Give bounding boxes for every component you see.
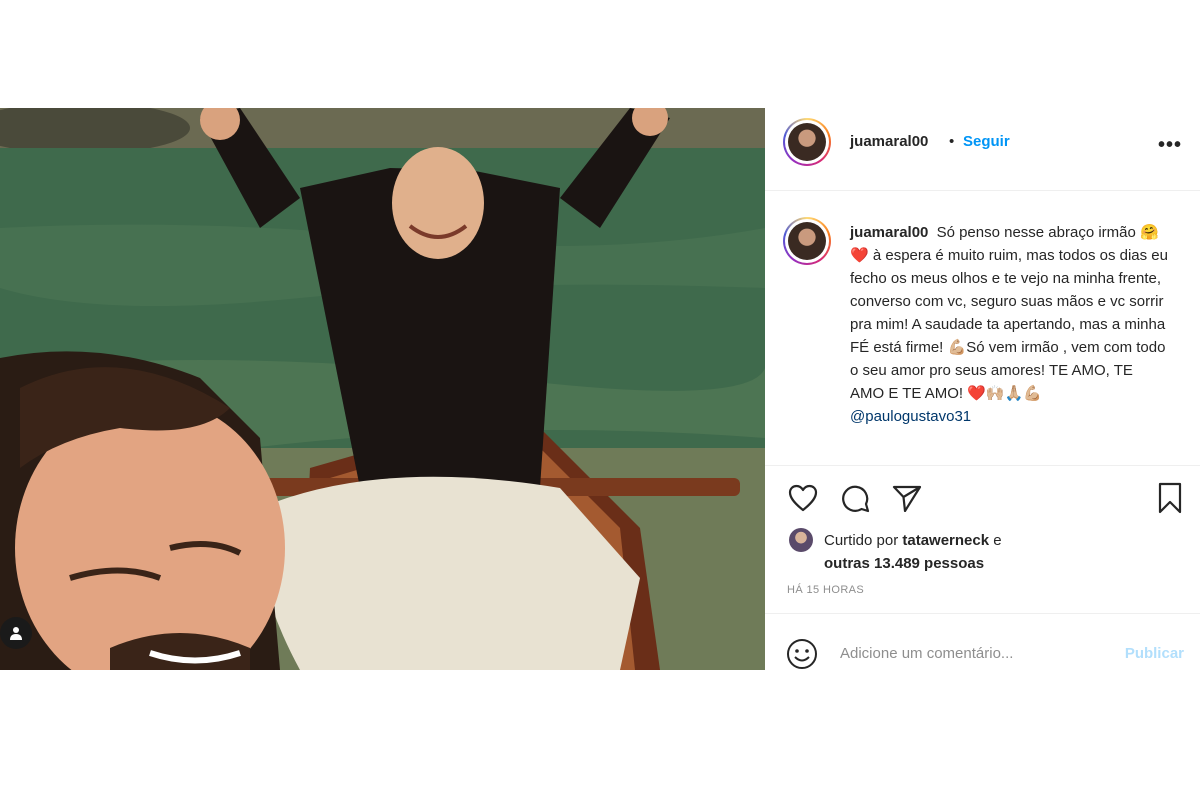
paper-plane-icon xyxy=(892,485,922,512)
liked-by-connector: e xyxy=(993,532,1002,549)
post-photo[interactable] xyxy=(0,108,765,670)
comment-icon xyxy=(842,485,870,513)
post-side-panel: juamaral00 • Seguir ••• juamaral00 Só pe… xyxy=(765,108,1200,670)
save-button[interactable] xyxy=(1152,480,1188,516)
like-button[interactable] xyxy=(785,480,821,516)
caption-username[interactable]: juamaral00 xyxy=(850,224,928,241)
liker-avatar[interactable] xyxy=(789,528,813,552)
share-button[interactable] xyxy=(889,480,925,516)
likes-text: Curtido por tatawerneck e outras 13.489 … xyxy=(824,529,1084,575)
caption: juamaral00 Só penso nesse abraço irmão 🤗… xyxy=(850,221,1170,428)
bookmark-icon xyxy=(1158,482,1182,514)
author-username[interactable]: juamaral00 xyxy=(850,133,928,150)
caption-text: Só penso nesse abraço irmão 🤗❤️ à espera… xyxy=(850,224,1168,402)
comment-form: Adicione um comentário... Publicar xyxy=(765,613,1200,671)
author-avatar-image xyxy=(788,123,826,161)
caption-avatar-image xyxy=(788,222,826,260)
tagged-user-button[interactable] xyxy=(0,617,32,649)
caption-mention[interactable]: @paulogustavo31 xyxy=(850,405,1170,428)
comment-button[interactable] xyxy=(837,480,873,516)
action-bar xyxy=(765,480,1200,520)
smiley-icon[interactable] xyxy=(785,637,819,671)
caption-author-avatar[interactable] xyxy=(783,217,831,265)
liked-by-user[interactable]: tatawerneck xyxy=(902,532,989,549)
header-separator: • xyxy=(949,133,955,150)
liked-by-others[interactable]: outras 13.489 pessoas xyxy=(824,555,984,572)
caption-avatar-border xyxy=(785,219,829,263)
publish-button[interactable]: Publicar xyxy=(1125,645,1184,662)
photo-scene xyxy=(0,108,765,670)
author-avatar[interactable] xyxy=(783,118,831,166)
post-timestamp[interactable]: HÁ 15 HORAS xyxy=(787,584,864,596)
heart-icon xyxy=(788,484,818,512)
caption-area: juamaral00 Só penso nesse abraço irmão 🤗… xyxy=(765,191,1200,466)
author-avatar-border xyxy=(785,120,829,164)
follow-button[interactable]: Seguir xyxy=(963,133,1010,150)
comment-input[interactable]: Adicione um comentário... xyxy=(840,645,1013,662)
liked-by-prefix: Curtido por xyxy=(824,532,899,549)
more-options-button[interactable]: ••• xyxy=(1158,134,1182,157)
user-icon xyxy=(10,627,22,640)
post-header: juamaral00 • Seguir ••• xyxy=(765,108,1200,191)
